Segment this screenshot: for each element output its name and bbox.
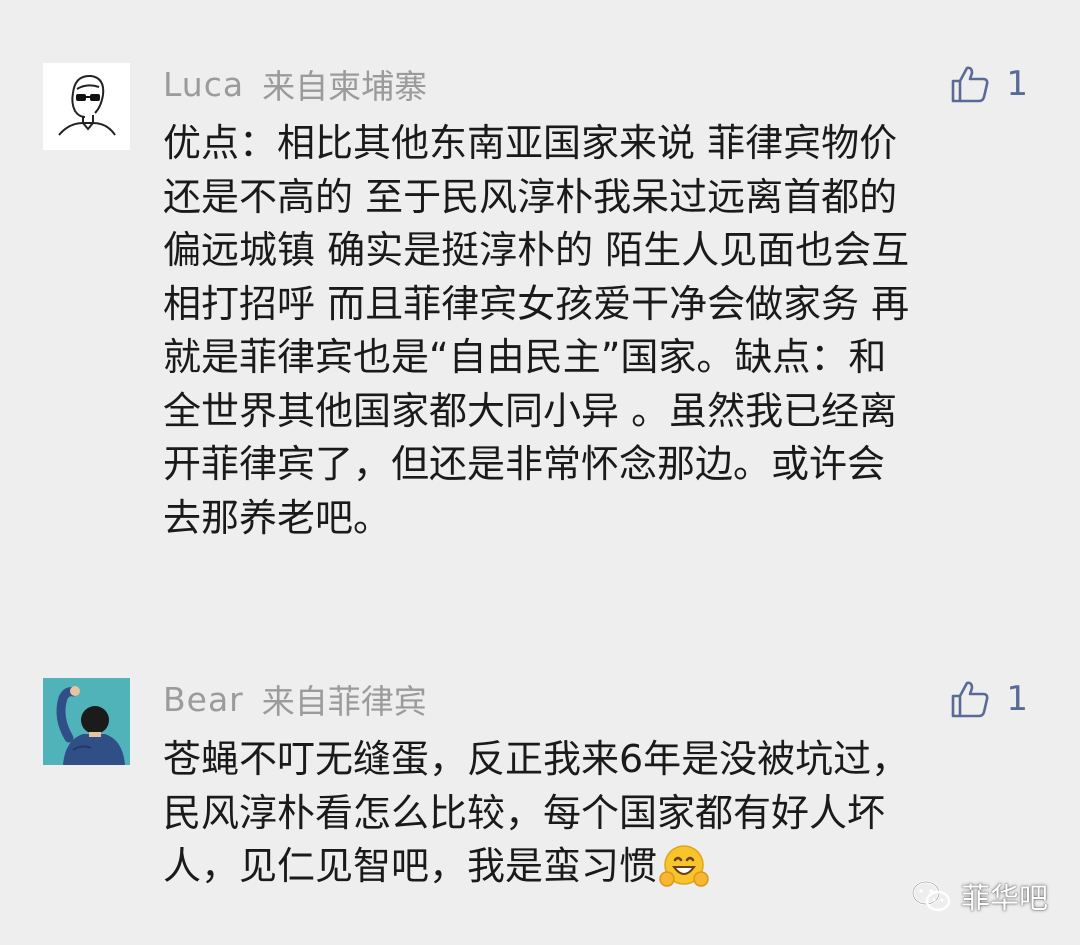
avatar[interactable] xyxy=(43,63,130,150)
comment-line: 相打招呼 而且菲律宾女孩爱干净会做家务 再 xyxy=(163,281,910,326)
comment-header: Bear 来自菲律宾 xyxy=(163,673,427,725)
comment-line: 苍蝇不叮无缝蛋，反正我来6年是没被坑过， xyxy=(163,737,910,781)
comment-text: 优点：相比其他东南亚国家来说 菲律宾物价 还是不高的 至于民风淳朴我呆过远离首都… xyxy=(163,117,1043,545)
comment-line: 还是不高的 至于民风淳朴我呆过远离首都的 xyxy=(163,174,898,219)
username[interactable]: Luca xyxy=(163,65,244,104)
username[interactable]: Bear xyxy=(163,680,244,719)
avatar[interactable] xyxy=(43,678,130,765)
comment-text: 苍蝇不叮无缝蛋，反正我来6年是没被坑过， 民风淳朴看怎么比较，每个国家都有好人坏… xyxy=(163,733,1043,894)
watermark-text: 菲华吧 xyxy=(960,881,1048,915)
like-button[interactable]: 1 xyxy=(950,673,1028,725)
comment-line-text: 人，见仁见智吧，我是蛮习惯 xyxy=(163,844,658,888)
grinning-emoji-with-hands-icon xyxy=(659,845,709,887)
comment-line: 去那养老吧。 xyxy=(163,495,392,540)
person-sunglasses-avatar-icon xyxy=(43,63,130,150)
watermark: 菲华吧 xyxy=(911,875,1048,917)
comment-line: 优点：相比其他东南亚国家来说 菲律宾物价 xyxy=(163,121,898,165)
location-label: 来自柬埔寨 xyxy=(262,67,428,106)
thumbs-up-icon xyxy=(952,681,989,718)
comment-line: 全世界其他国家都大同小异 。虽然我已经离 xyxy=(163,388,898,433)
location-label: 来自菲律宾 xyxy=(261,682,427,721)
comment-line: 偏远城镇 确实是挺淳朴的 陌生人见面也会互 xyxy=(163,228,910,272)
comment-line: 就是菲律宾也是“自由民主”国家。缺点：和 xyxy=(163,335,887,379)
wechat-icon xyxy=(911,880,951,912)
like-button[interactable]: 1 xyxy=(950,58,1028,110)
thumbs-up-icon xyxy=(952,66,989,103)
person-back-view-avatar-icon xyxy=(43,678,130,765)
comment-header: Luca 来自柬埔寨 xyxy=(163,58,427,110)
comment-line: 民风淳朴看怎么比较，每个国家都有好人坏 xyxy=(163,790,886,835)
like-count: 1 xyxy=(1006,679,1028,719)
like-count: 1 xyxy=(1006,64,1028,104)
comment-line: 开菲律宾了，但还是非常怀念那边。或许会 xyxy=(163,442,886,486)
